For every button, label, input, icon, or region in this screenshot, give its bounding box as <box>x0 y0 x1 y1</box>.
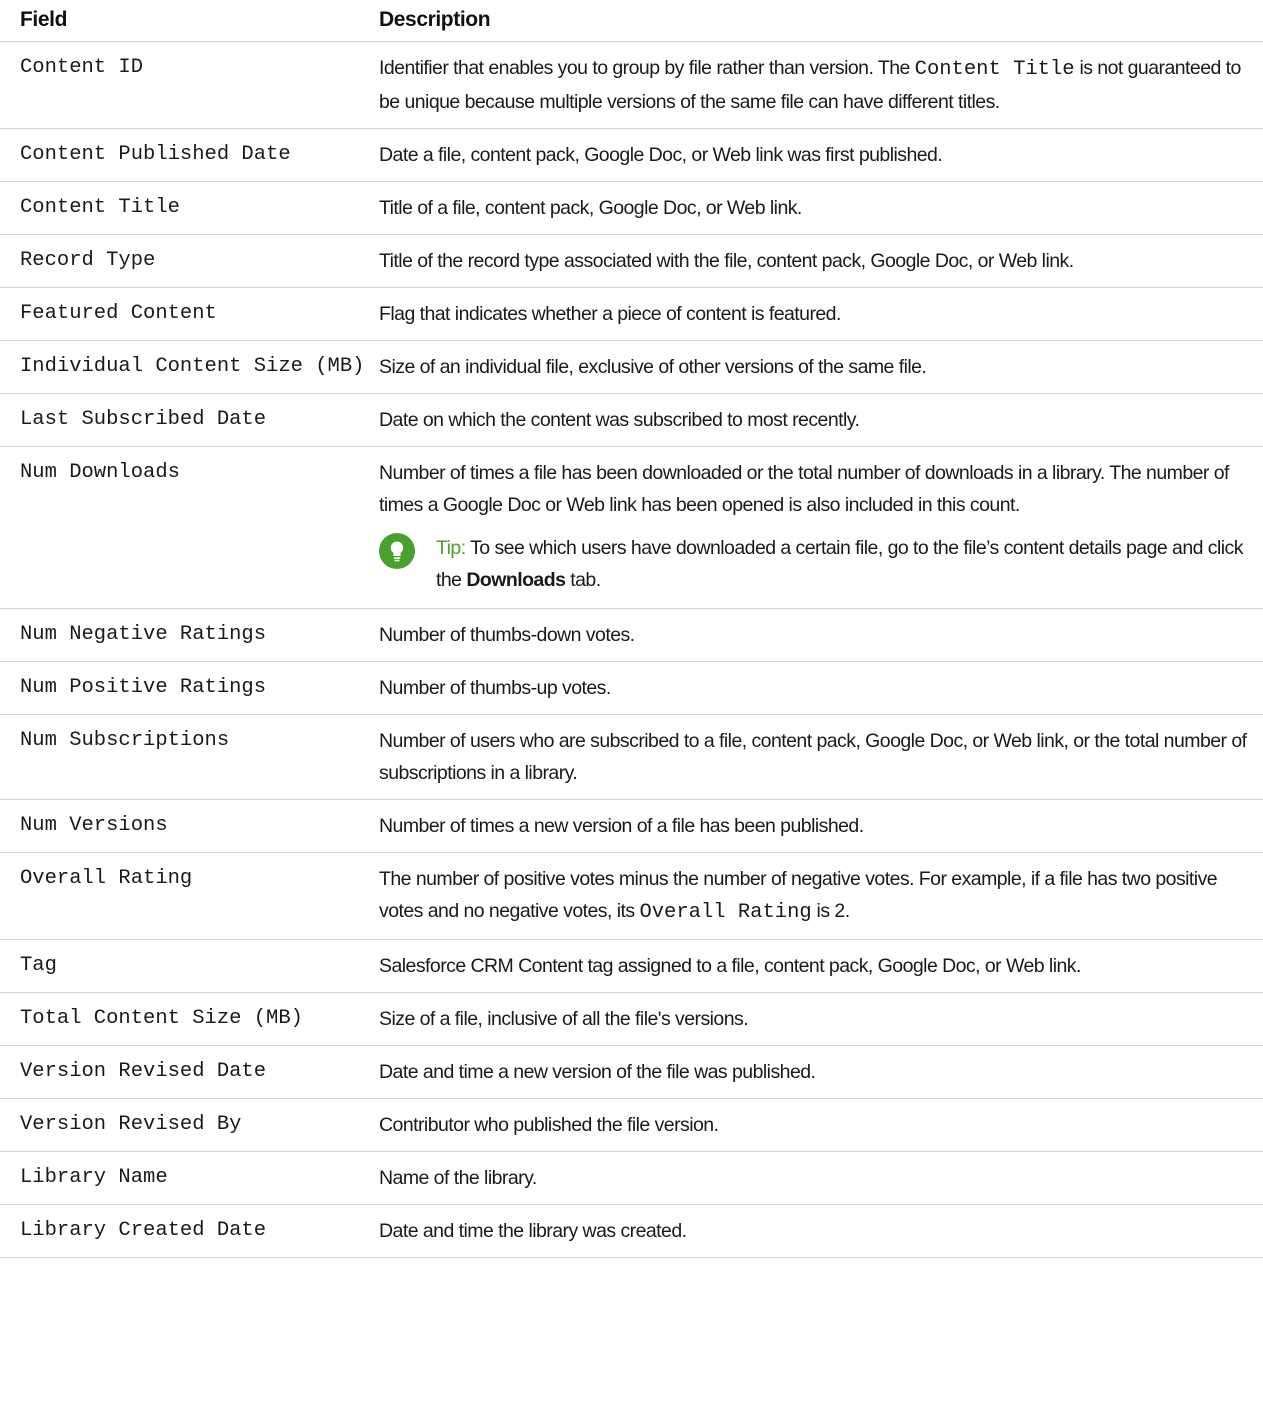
table-row: Version Revised By Contributor who publi… <box>0 1098 1263 1152</box>
field-description: Number of thumbs-up votes. <box>371 661 1263 715</box>
table-row: Total Content Size (MB) Size of a file, … <box>0 992 1263 1046</box>
field-description: Date on which the content was subscribed… <box>371 393 1263 447</box>
field-name: Num Versions <box>0 799 371 853</box>
table-row: Library Name Name of the library. <box>0 1151 1263 1205</box>
field-name: Library Created Date <box>0 1204 371 1258</box>
table-row: Num Subscriptions Number of users who ar… <box>0 714 1263 800</box>
table-row: Featured Content Flag that indicates whe… <box>0 287 1263 341</box>
inline-code: Content Title <box>914 58 1075 81</box>
description-text: Number of times a file has been download… <box>379 462 1229 516</box>
field-description: Name of the library. <box>371 1151 1263 1205</box>
tip-text: Tip: To see which users have downloaded … <box>436 532 1257 596</box>
field-name: Tag <box>0 939 371 993</box>
field-description: Number of users who are subscribed to a … <box>371 714 1263 800</box>
field-name: Num Negative Ratings <box>0 608 371 662</box>
table-row: Last Subscribed Date Date on which the c… <box>0 393 1263 447</box>
table-row: Tag Salesforce CRM Content tag assigned … <box>0 939 1263 993</box>
field-description: Title of the record type associated with… <box>371 234 1263 288</box>
field-description: Number of times a file has been download… <box>371 446 1263 609</box>
table-row: Num Positive Ratings Number of thumbs-up… <box>0 661 1263 715</box>
tip-body-end: tab. <box>565 569 601 591</box>
field-description: Size of a file, inclusive of all the fil… <box>371 992 1263 1046</box>
tip-label: Tip: <box>436 537 466 559</box>
table-row: Num Versions Number of times a new versi… <box>0 799 1263 853</box>
field-description: Date and time the library was created. <box>371 1204 1263 1258</box>
field-name: Version Revised Date <box>0 1045 371 1099</box>
field-description: Date and time a new version of the file … <box>371 1045 1263 1099</box>
table-row: Content ID Identifier that enables you t… <box>0 41 1263 129</box>
field-description: Number of times a new version of a file … <box>371 799 1263 853</box>
downloads-tab-reference: Downloads <box>466 569 566 591</box>
field-description: Salesforce CRM Content tag assigned to a… <box>371 939 1263 993</box>
table-row: Num Downloads Number of times a file has… <box>0 446 1263 609</box>
inline-code: Overall Rating <box>639 901 812 924</box>
field-description: Number of thumbs-down votes. <box>371 608 1263 662</box>
field-name: Overall Rating <box>0 852 371 940</box>
field-name: Library Name <box>0 1151 371 1205</box>
table-row: Record Type Title of the record type ass… <box>0 234 1263 288</box>
field-name: Content Published Date <box>0 128 371 182</box>
field-description: Size of an individual file, exclusive of… <box>371 340 1263 394</box>
table-row: Overall Rating The number of positive vo… <box>0 852 1263 940</box>
field-description: The number of positive votes minus the n… <box>371 852 1263 940</box>
table-row: Individual Content Size (MB) Size of an … <box>0 340 1263 394</box>
table-header-row: Field Description <box>0 0 1263 42</box>
field-description: Title of a file, content pack, Google Do… <box>371 181 1263 235</box>
lightbulb-icon <box>379 533 415 569</box>
field-name: Total Content Size (MB) <box>0 992 371 1046</box>
field-name: Num Downloads <box>0 446 371 609</box>
table-row: Content Published Date Date a file, cont… <box>0 128 1263 182</box>
description-column-header: Description <box>371 0 1263 42</box>
table-row: Num Negative Ratings Number of thumbs-do… <box>0 608 1263 662</box>
field-name: Record Type <box>0 234 371 288</box>
field-description: Identifier that enables you to group by … <box>371 41 1263 129</box>
field-name: Content Title <box>0 181 371 235</box>
field-name: Num Subscriptions <box>0 714 371 800</box>
field-description: Contributor who published the file versi… <box>371 1098 1263 1152</box>
table-row: Version Revised Date Date and time a new… <box>0 1045 1263 1099</box>
field-description: Date a file, content pack, Google Doc, o… <box>371 128 1263 182</box>
field-name: Content ID <box>0 41 371 129</box>
field-name: Last Subscribed Date <box>0 393 371 447</box>
field-name: Individual Content Size (MB) <box>0 340 371 394</box>
field-name: Featured Content <box>0 287 371 341</box>
description-text: Identifier that enables you to group by … <box>379 57 915 79</box>
field-name: Version Revised By <box>0 1098 371 1152</box>
field-description: Flag that indicates whether a piece of c… <box>371 287 1263 341</box>
description-text: is 2. <box>811 900 851 922</box>
tip-callout: Tip: To see which users have downloaded … <box>379 532 1257 596</box>
table-row: Content Title Title of a file, content p… <box>0 181 1263 235</box>
field-name: Num Positive Ratings <box>0 661 371 715</box>
table-row: Library Created Date Date and time the l… <box>0 1204 1263 1258</box>
field-column-header: Field <box>0 0 371 42</box>
field-description-table: Field Description Content ID Identifier … <box>0 0 1263 1258</box>
